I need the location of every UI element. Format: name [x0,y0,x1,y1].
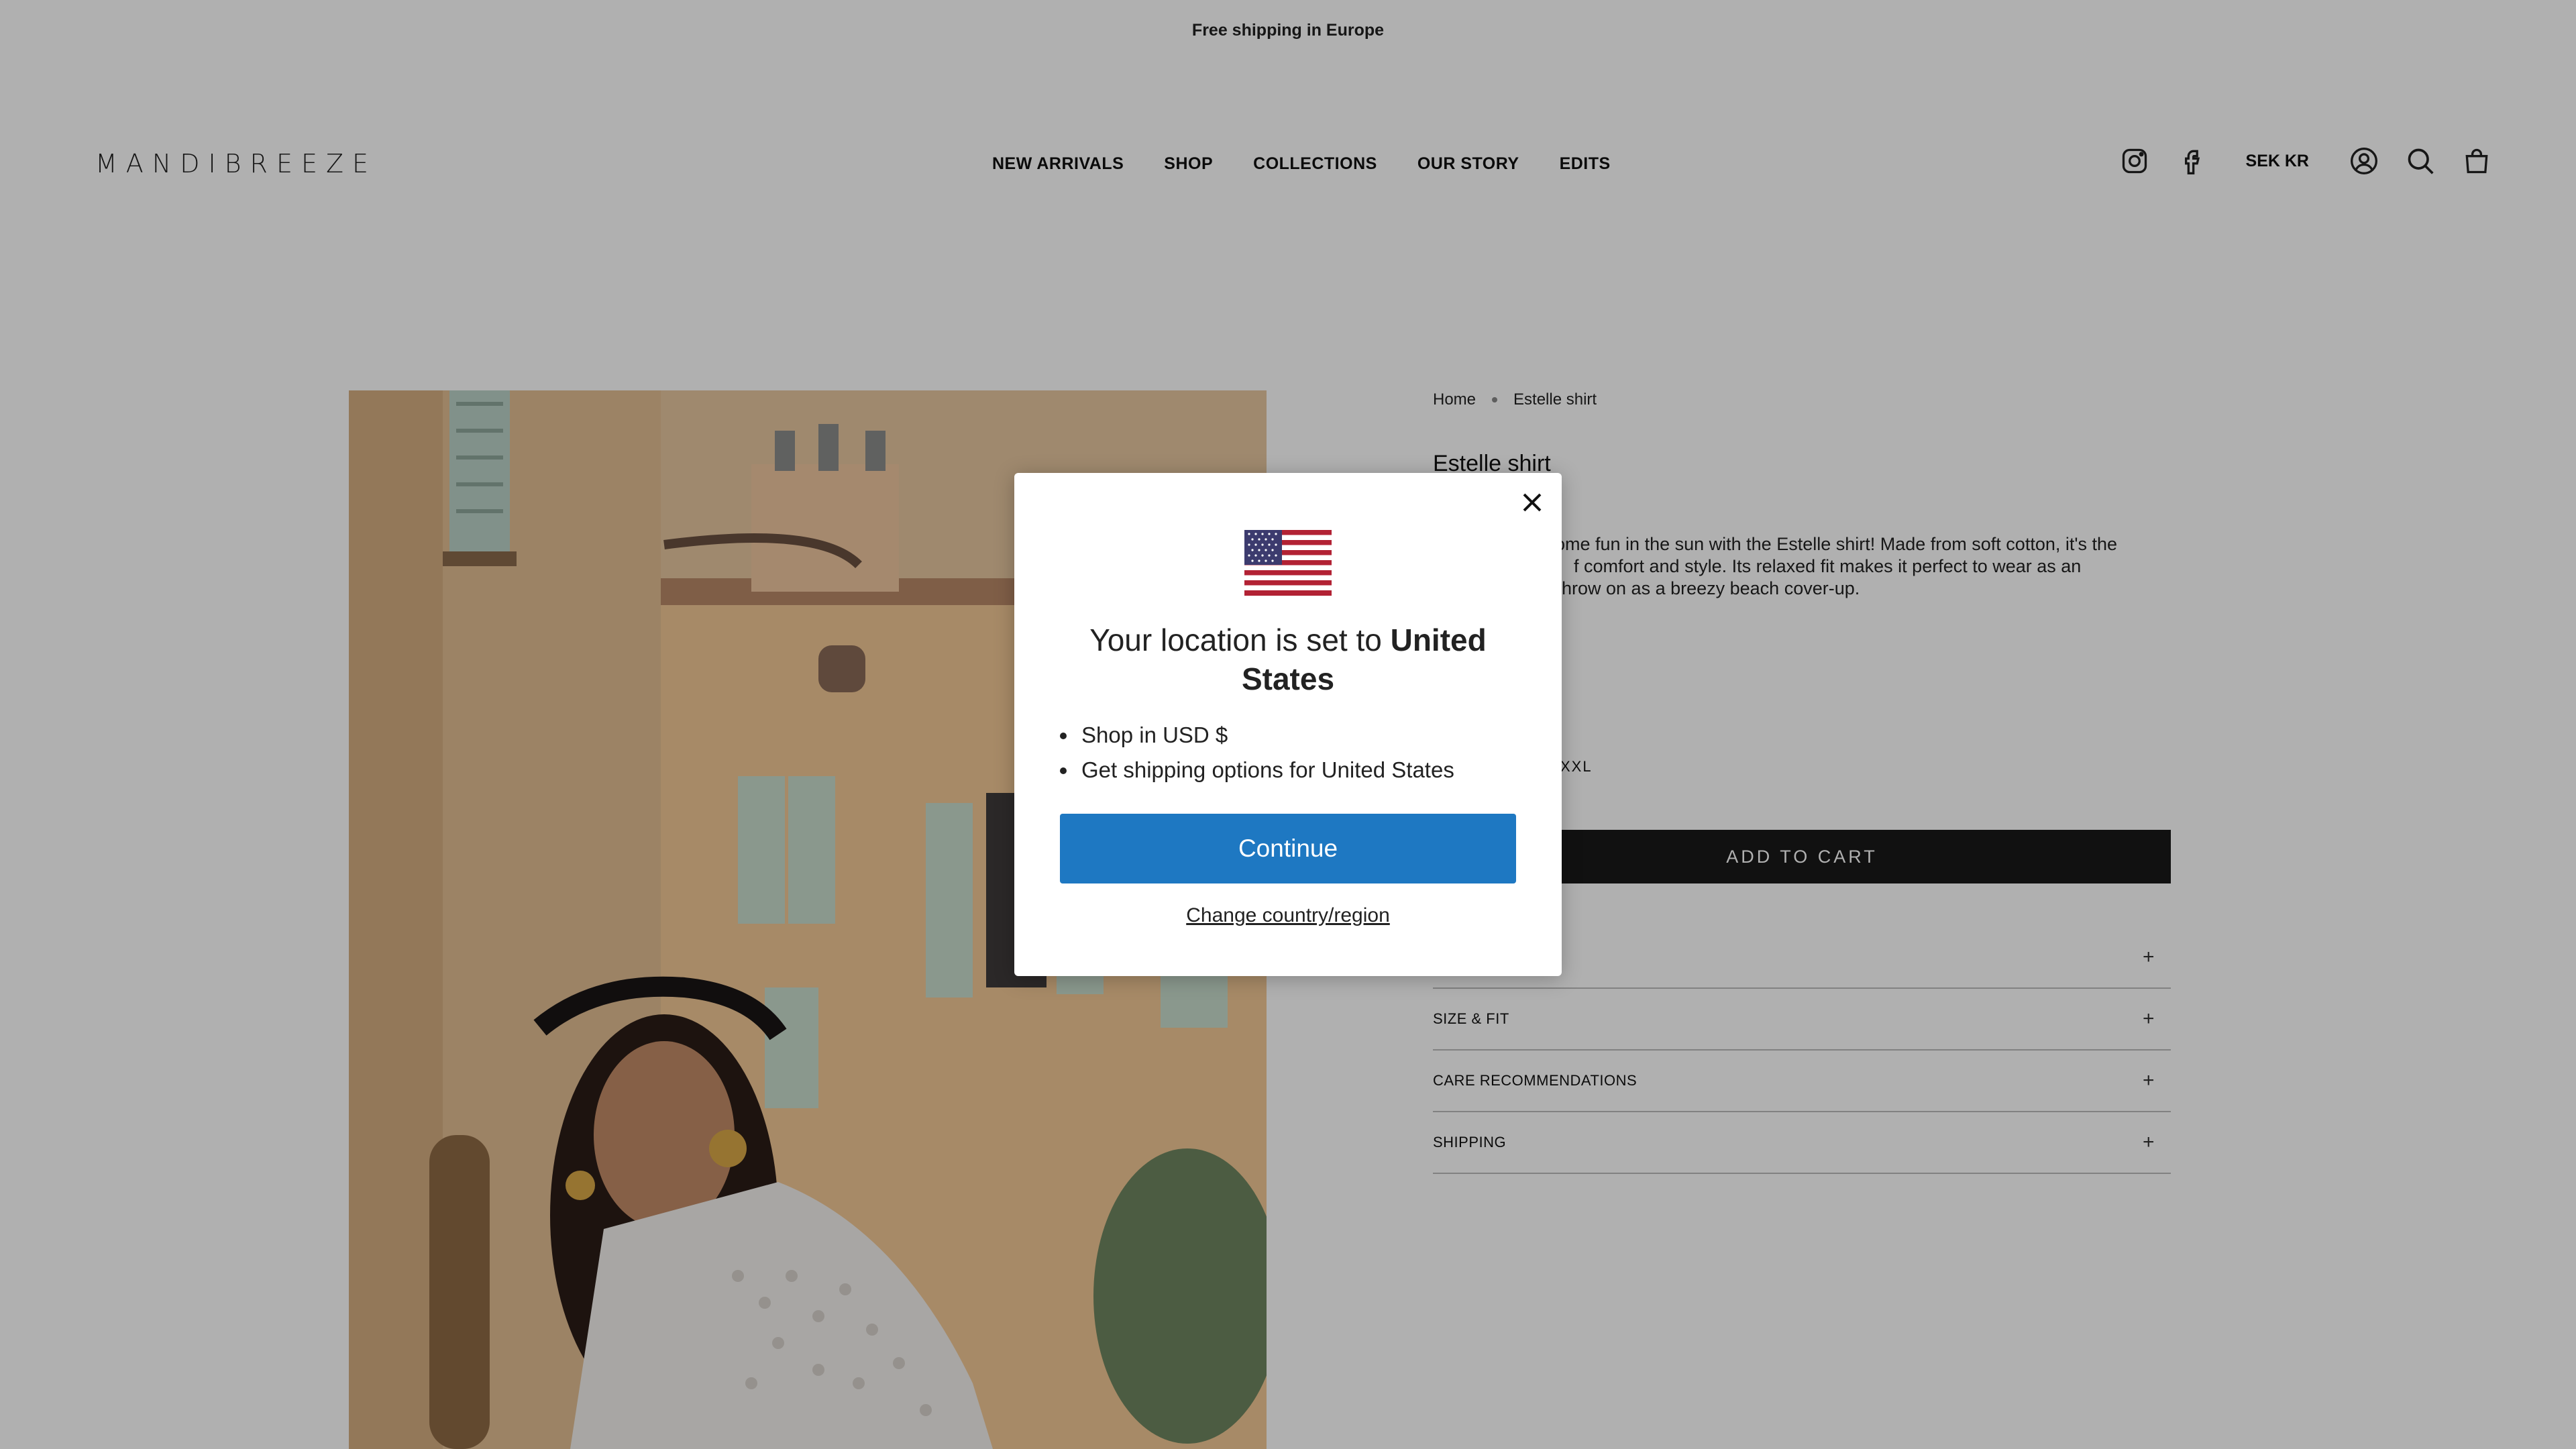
us-flag-icon [1244,530,1332,596]
modal-title-prefix: Your location is set to [1089,623,1391,657]
change-country-link[interactable]: Change country/region [1014,904,1562,927]
location-modal: Your location is set to United States Sh… [1014,473,1562,976]
close-icon [1523,493,1542,512]
continue-button[interactable]: Continue [1060,814,1516,883]
list-item: Get shipping options for United States [1060,753,1454,788]
modal-benefits-list: Shop in USD $ Get shipping options for U… [1060,718,1454,788]
close-button[interactable] [1516,486,1548,519]
modal-title: Your location is set to United States [1068,621,1508,698]
list-item: Shop in USD $ [1060,718,1454,753]
